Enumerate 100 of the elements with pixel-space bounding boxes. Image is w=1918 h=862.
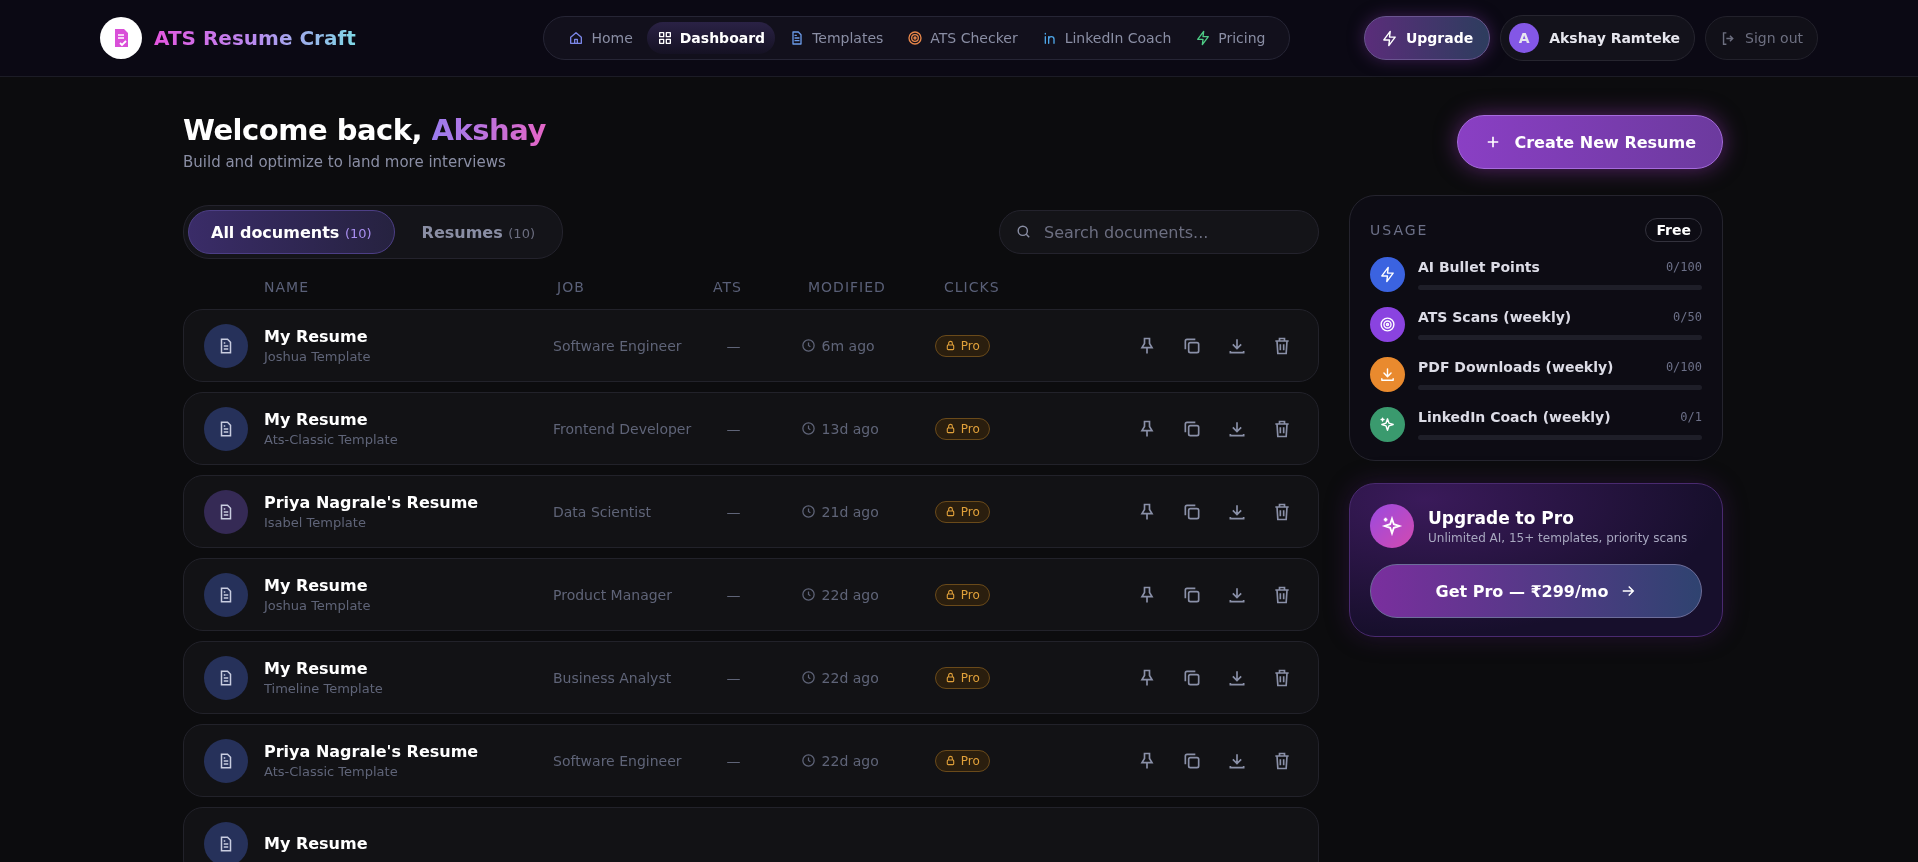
document-row[interactable]: My Resume (183, 807, 1319, 862)
nav-tab[interactable]: Dashboard (646, 22, 776, 54)
clock-icon (800, 504, 816, 519)
usage-reading: 0/100 (1665, 360, 1702, 374)
lock-icon (944, 506, 956, 517)
document-name: Priya Nagrale's Resume (264, 742, 480, 761)
usage-reading: 0/100 (1665, 260, 1702, 274)
job-title: Software Engineer (553, 753, 682, 769)
nav-grid-icon (656, 30, 673, 46)
usage-reading: 0/50 (1673, 310, 1702, 324)
document-name: My Resume (264, 576, 369, 595)
document-name: My Resume (264, 834, 369, 853)
column-header: CLICKS (944, 279, 1000, 295)
usage-label: ATS Scans (weekly) (1418, 309, 1572, 325)
nav-tab[interactable]: Templates (779, 22, 894, 54)
filter-tab[interactable]: Resumes (10) (398, 210, 558, 254)
nav-home-icon (568, 30, 585, 46)
logo-icon (100, 17, 142, 59)
ats-score: — (726, 670, 741, 686)
column-header: NAME (264, 279, 310, 295)
column-header: MODIFIED (808, 279, 887, 295)
trash-icon (1272, 501, 1292, 522)
modified-time: 13d ago (821, 420, 879, 437)
usage-heading: USAGE (1370, 222, 1429, 238)
template-name: Ats-Classic Template (264, 764, 399, 779)
trash-icon (1272, 335, 1292, 356)
trash-icon (1272, 667, 1292, 688)
lock-icon (944, 423, 956, 434)
template-name: Ats-Classic Template (264, 432, 399, 447)
modified-time: 22d ago (821, 586, 879, 603)
lock-icon (944, 755, 956, 766)
modified-time: 21d ago (821, 503, 879, 520)
job-title: Product Manager (553, 587, 672, 603)
template-name: Joshua Template (264, 598, 372, 613)
job-title: Business Analyst (553, 670, 672, 686)
template-name: Timeline Template (264, 681, 384, 696)
lock-icon (944, 672, 956, 683)
clock-icon (800, 753, 816, 768)
pro-badge: Pro (934, 583, 990, 606)
filter-tab[interactable]: All documents (10) (188, 210, 395, 254)
user-menu[interactable]: A Akshay Ramteke (1500, 15, 1696, 61)
document-name: My Resume (264, 327, 369, 346)
nav-bolt-icon (1195, 30, 1212, 46)
lock-icon (944, 340, 956, 351)
upgrade-button[interactable]: Upgrade (1363, 16, 1491, 60)
promo-title: Upgrade to Pro (1428, 507, 1575, 528)
lock-icon (944, 589, 956, 600)
ats-score: — (726, 338, 741, 354)
pro-badge: Pro (934, 500, 990, 523)
document-row[interactable]: Priya Nagrale's Resume Ats-Classic Template Software Engineer — 22d ago Pro (183, 724, 1319, 797)
document-row[interactable]: My Resume Ats-Classic Template Frontend Developer — 13d ago Pro (183, 392, 1319, 465)
ats-score: — (726, 587, 741, 603)
document-row[interactable]: Priya Nagrale's Resume Isabel Template Data Scientist — 21d ago Pro (183, 475, 1319, 548)
welcome-heading: Welcome back, Akshay (183, 113, 547, 147)
sign-out-button[interactable]: Sign out (1705, 16, 1818, 60)
document-row[interactable]: My Resume Joshua Template Software Engineer — 6m ago Pro (183, 309, 1319, 382)
trash-icon (1272, 418, 1292, 439)
modified-time: 6m ago (821, 337, 875, 354)
trash-icon (1272, 750, 1292, 771)
promo-subtitle: Unlimited AI, 15+ templates, priority scans (1428, 530, 1688, 545)
clock-icon (800, 421, 816, 436)
sparkle-icon (1370, 504, 1414, 548)
nav-tab[interactable]: Pricing (1185, 22, 1276, 54)
column-header: JOB (557, 279, 586, 295)
job-title: Frontend Developer (553, 421, 692, 437)
clock-icon (800, 670, 816, 685)
bolt-icon (1380, 29, 1398, 47)
job-title: Data Scientist (553, 504, 651, 520)
nav-tab[interactable]: LinkedIn Coach (1031, 22, 1182, 54)
search-icon (1015, 223, 1032, 240)
clock-icon (800, 338, 816, 353)
pro-badge: Pro (934, 334, 990, 357)
document-row[interactable]: My Resume Joshua Template Product Manager — 22d ago Pro (183, 558, 1319, 631)
ats-score: — (726, 504, 741, 520)
nav-tab[interactable]: ATS Checker (897, 22, 1028, 54)
search-field[interactable]: Search documents... (999, 210, 1319, 254)
document-row[interactable]: My Resume Timeline Template Business Analyst — 22d ago Pro (183, 641, 1319, 714)
welcome-subtitle: Build and optimize to land more interviews (183, 153, 507, 171)
column-header: ATS (713, 279, 743, 295)
nav-tab[interactable]: Home (558, 22, 643, 54)
document-name: My Resume (264, 410, 369, 429)
clock-icon (800, 587, 816, 602)
nav-target-icon (907, 30, 924, 46)
create-resume-button[interactable]: Create New Resume (1457, 115, 1723, 169)
modified-time: 22d ago (821, 752, 879, 769)
document-name: Priya Nagrale's Resume (264, 493, 480, 512)
job-title: Software Engineer (553, 338, 682, 354)
document-name: My Resume (264, 659, 369, 678)
pro-badge: Pro (934, 749, 990, 772)
template-name: Joshua Template (264, 349, 372, 364)
ats-score: — (726, 421, 741, 437)
usage-label: PDF Downloads (weekly) (1418, 359, 1614, 375)
get-pro-button[interactable]: Get Pro — ₹299/mo (1370, 564, 1702, 618)
trash-icon (1272, 584, 1292, 605)
usage-label: AI Bullet Points (1418, 259, 1540, 275)
modified-time: 22d ago (821, 669, 879, 686)
template-name: Isabel Template (264, 515, 367, 530)
avatar: A (1509, 23, 1540, 53)
pro-badge: Pro (934, 666, 990, 689)
usage-label: LinkedIn Coach (weekly) (1418, 409, 1611, 425)
